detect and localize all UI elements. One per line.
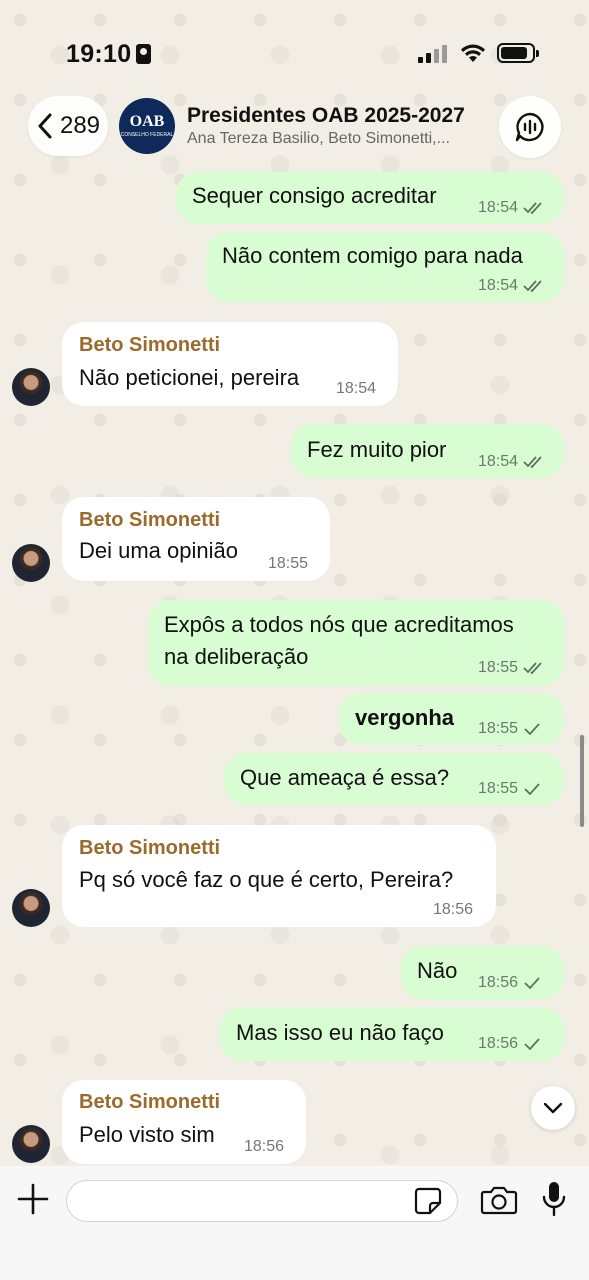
message-meta: 18:56 [433,901,473,919]
message-text: Dei uma opinião [79,538,238,563]
message-time: 18:54 [478,199,519,216]
group-avatar[interactable]: OAB CONSELHO FEDERAL [119,98,175,154]
message-outgoing[interactable]: vergonha 18:55 [339,693,564,745]
single-check-icon [523,722,541,736]
single-check-icon [523,1037,541,1051]
message-outgoing[interactable]: Mas isso eu não faço 18:56 [220,1007,564,1061]
message-meta: 18:56 [478,974,541,992]
message-incoming[interactable]: Beto Simonetti Pq só você faz o que é ce… [62,825,496,927]
message-text: Pq só você faz o que é certo, Pereira? [79,867,454,892]
message-incoming[interactable]: Beto Simonetti Pelo visto sim 18:56 [62,1080,306,1164]
battery-icon [497,43,539,63]
message-meta: 18:54 [478,199,545,217]
message-text: Não peticionei, pereira [79,365,300,390]
message-text-line-1: Expôs a todos nós que acreditamos [164,612,514,637]
sender-name[interactable]: Beto Simonetti [79,334,220,357]
sticker-icon[interactable] [413,1186,443,1216]
sender-name[interactable]: Beto Simonetti [79,509,220,532]
call-button[interactable] [499,96,561,158]
sender-name[interactable]: Beto Simonetti [79,837,220,860]
message-time: 18:56 [433,901,474,918]
message-meta: 18:56 [478,1035,541,1053]
message-outgoing[interactable]: Fez muito pior 18:54 [291,424,564,478]
message-time: 18:56 [478,1035,519,1052]
chat-participants[interactable]: Ana Tereza Basilio, Beto Simonetti,... [187,130,482,148]
message-text: Não contem comigo para nada [222,243,523,268]
message-input[interactable] [66,1180,458,1222]
message-time: 18:56 [244,1138,285,1155]
sender-name[interactable]: Beto Simonetti [79,1091,220,1114]
group-avatar-sub: CONSELHO FEDERAL [120,132,174,138]
message-meta: 18:55 [478,659,545,677]
back-button[interactable]: 289 [28,96,108,156]
message-time: 18:56 [478,974,519,991]
message-incoming[interactable]: Beto Simonetti Não peticionei, pereira 1… [62,322,398,406]
back-chevron-icon [38,113,52,139]
message-text: Que ameaça é essa? [240,765,450,790]
group-avatar-logo: OAB [129,113,165,130]
message-meta: 18:54 [478,453,545,471]
single-check-icon [523,782,541,796]
message-meta: 18:55 [478,780,541,798]
sender-avatar[interactable] [12,1125,50,1163]
sender-avatar[interactable] [12,544,50,582]
message-incoming[interactable]: Beto Simonetti Dei uma opinião 18:55 [62,497,330,581]
message-time: 18:54 [478,277,519,294]
message-outgoing[interactable]: Não contem comigo para nada 18:54 [206,232,564,302]
double-check-icon [523,279,545,293]
call-waveform-icon [515,112,544,142]
double-check-icon [523,201,545,215]
message-time: 18:55 [268,555,309,572]
message-meta: 18:54 [336,380,376,398]
message-text-line-2: na deliberação [164,644,309,669]
message-meta: 18:56 [244,1138,284,1156]
message-time: 18:55 [478,780,519,797]
plus-icon[interactable] [16,1182,50,1216]
microphone-icon[interactable] [539,1180,569,1218]
message-outgoing[interactable]: Sequer consigo acreditar 18:54 [176,172,564,224]
sender-avatar[interactable] [12,368,50,406]
chat-title[interactable]: Presidentes OAB 2025-2027 [187,104,465,128]
message-text: Pelo visto sim [79,1122,215,1147]
focus-mode-icon [136,44,151,64]
status-time: 19:10 [66,40,132,68]
message-meta: 18:55 [478,720,541,738]
message-text: Mas isso eu não faço [236,1020,444,1045]
message-outgoing[interactable]: Expôs a todos nós que acreditamos na del… [148,600,564,686]
message-time: 18:54 [478,453,519,470]
message-time: 18:54 [336,380,377,397]
message-text: vergonha [355,705,455,730]
message-outgoing[interactable]: Que ameaça é essa? 18:55 [224,753,564,805]
scroll-to-bottom-button[interactable] [531,1086,575,1130]
wifi-icon [461,44,485,62]
sender-avatar[interactable] [12,889,50,927]
message-outgoing[interactable]: Não 18:56 [401,946,564,1000]
single-check-icon [523,976,541,990]
double-check-icon [523,661,545,675]
message-meta: 18:54 [478,277,545,295]
message-time: 18:55 [478,659,519,676]
unread-count: 289 [59,112,101,139]
message-text: Sequer consigo acreditar [192,183,437,208]
double-check-icon [523,455,545,469]
message-text: Não [417,958,458,983]
message-meta: 18:55 [268,555,308,573]
cellular-signal-icon [418,45,447,63]
chevron-down-icon [543,1102,563,1114]
status-bar: 19:10 [0,0,589,90]
message-text: Fez muito pior [307,437,447,462]
camera-icon[interactable] [480,1184,518,1216]
scrollbar[interactable] [580,735,584,827]
message-time: 18:55 [478,720,519,737]
